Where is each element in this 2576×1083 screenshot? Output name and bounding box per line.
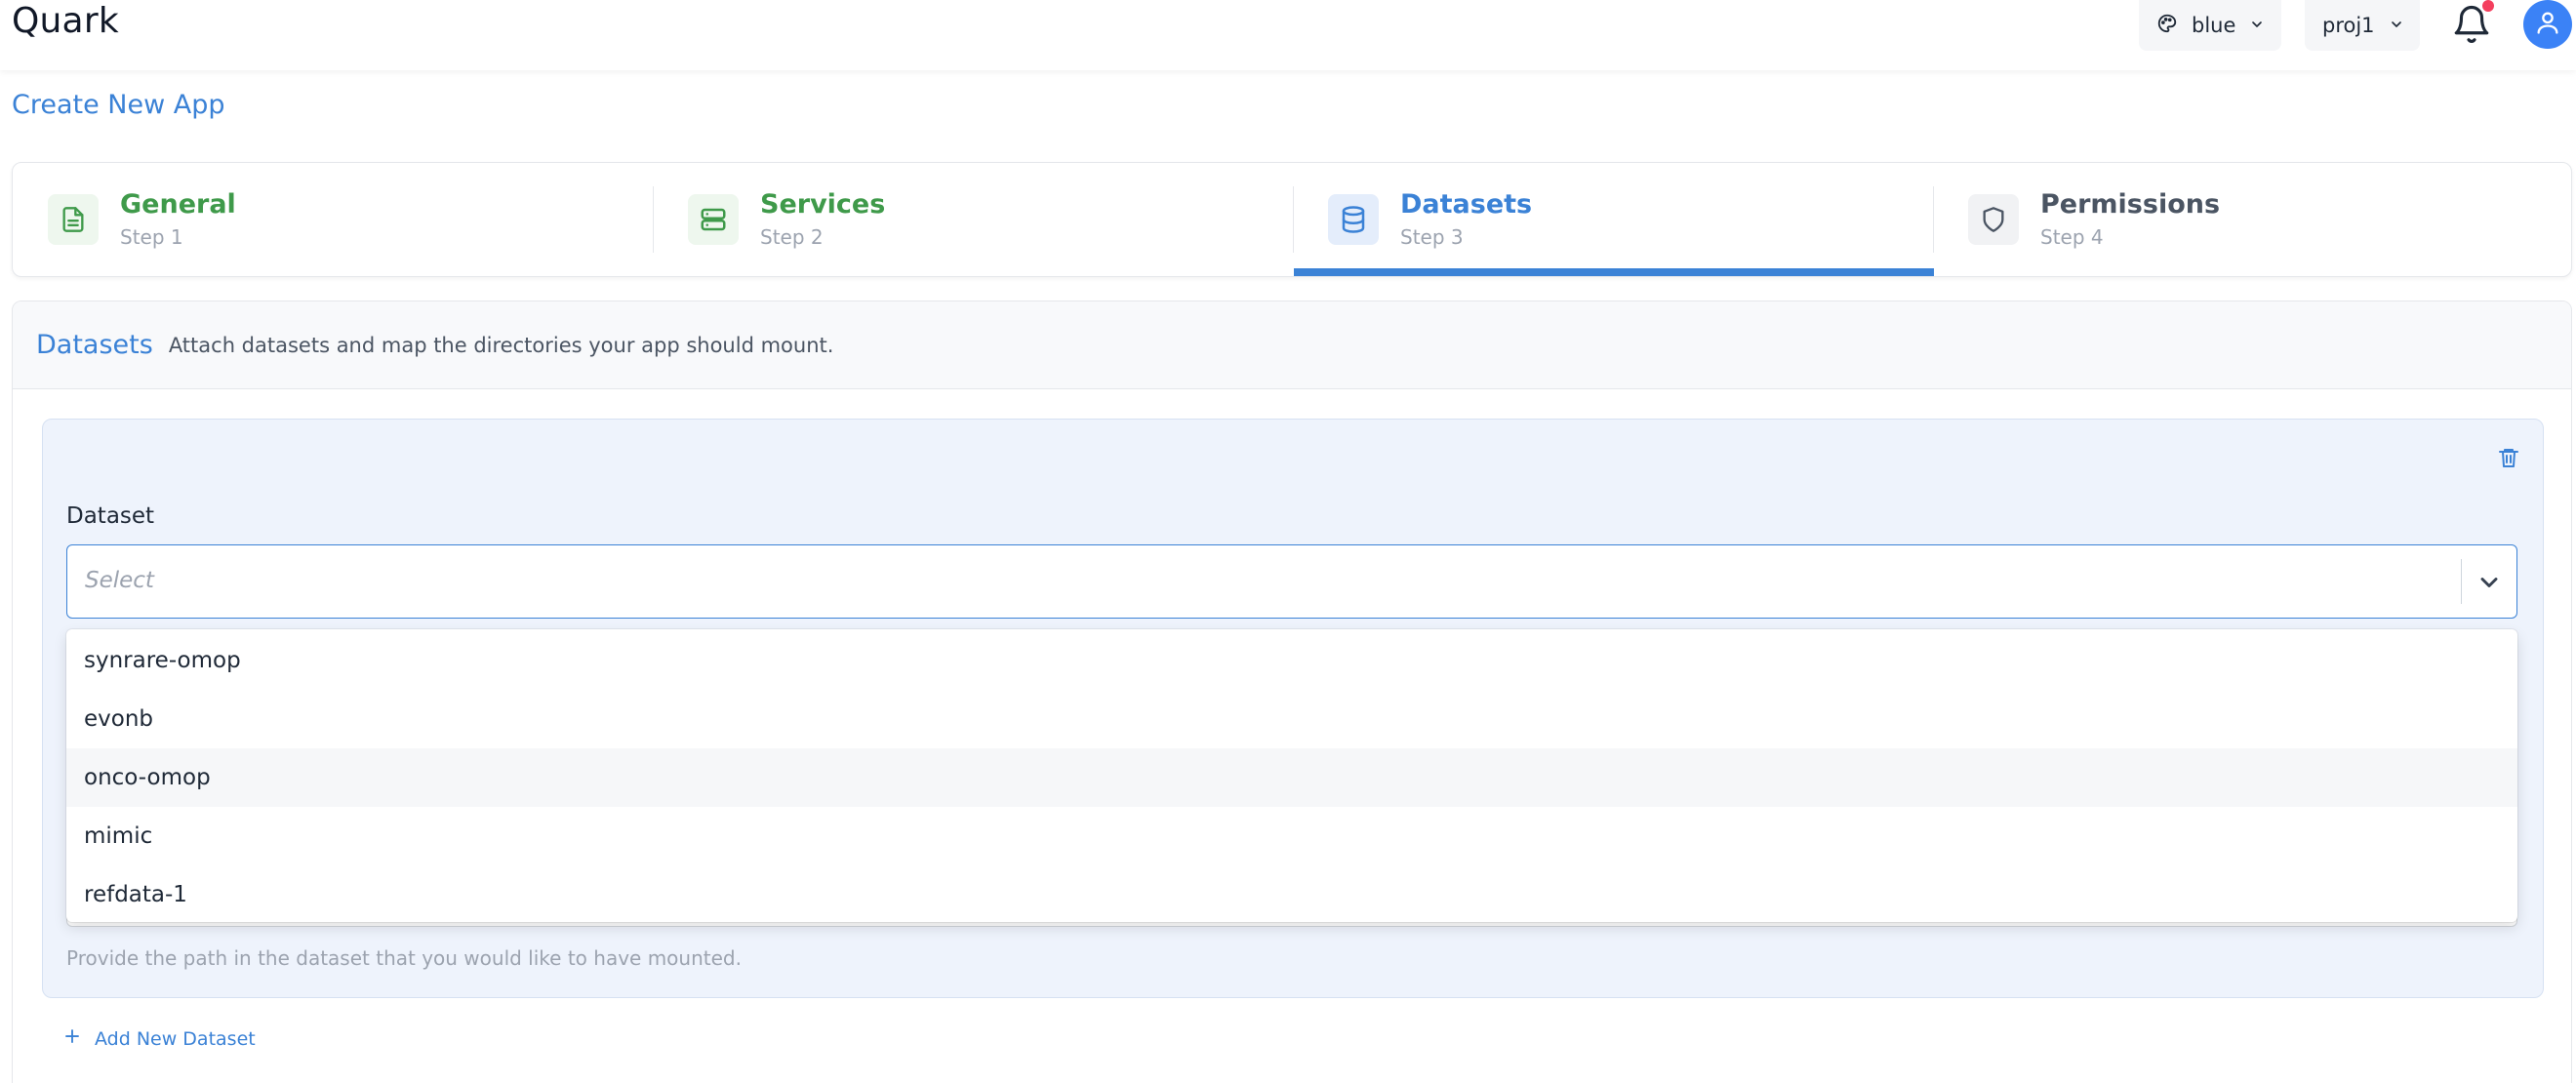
server-icon (688, 194, 739, 245)
shield-icon (1968, 194, 2019, 245)
dataset-option[interactable]: refdata-1 (66, 865, 2517, 924)
dataset-option[interactable]: synrare-omop (66, 631, 2517, 690)
plus-icon (63, 1027, 81, 1050)
step-subtitle: Step 1 (120, 225, 183, 249)
theme-select[interactable]: blue (2139, 0, 2281, 51)
page-title: Create New App (12, 90, 225, 120)
database-icon (1328, 194, 1379, 245)
bell-icon (2451, 6, 2492, 49)
user-avatar-button[interactable] (2523, 0, 2572, 49)
chevron-down-icon (2389, 14, 2404, 37)
step-datasets[interactable]: Datasets Step 3 (1293, 163, 1933, 276)
step-title: General (120, 189, 236, 220)
step-services[interactable]: Services Step 2 (653, 163, 1293, 276)
project-select[interactable]: proj1 (2305, 0, 2420, 51)
step-subtitle: Step 4 (2040, 225, 2104, 249)
step-permissions[interactable]: Permissions Step 4 (1933, 163, 2571, 276)
chevron-down-icon[interactable] (2475, 569, 2503, 596)
trash-icon (2497, 446, 2520, 473)
notification-badge (2482, 0, 2494, 12)
panel-description: Attach datasets and map the directories … (168, 333, 834, 357)
delete-dataset-button[interactable] (2494, 445, 2523, 474)
add-dataset-label: Add New Dataset (95, 1027, 256, 1050)
dataset-select-placeholder: Select (85, 568, 154, 593)
wizard-stepper: General Step 1 Services Step 2 Datasets (12, 162, 2572, 277)
step-title: Datasets (1400, 189, 1533, 220)
brand-logo[interactable]: Quark (12, 0, 119, 43)
dataset-options-menu: synrare-omop evonb onco-omop mimic refda… (66, 629, 2517, 922)
dataset-select[interactable]: Select (66, 544, 2517, 619)
top-bar: Quark blue proj1 (0, 0, 2576, 70)
project-select-value: proj1 (2322, 14, 2375, 37)
dataset-option[interactable]: onco-omop (66, 748, 2517, 807)
user-icon (2534, 9, 2561, 40)
palette-icon (2156, 13, 2178, 39)
file-text-icon (48, 194, 99, 245)
step-general[interactable]: General Step 1 (13, 163, 653, 276)
step-subtitle: Step 3 (1400, 225, 1464, 249)
panel-title: Datasets (36, 330, 153, 360)
active-step-indicator (1294, 268, 1934, 276)
dataset-option[interactable]: evonb (66, 690, 2517, 748)
chevron-down-icon (2249, 14, 2265, 37)
select-divider (2461, 559, 2462, 604)
dataset-field-label: Dataset (66, 503, 155, 529)
step-subtitle: Step 2 (760, 225, 824, 249)
panel-header: Datasets Attach datasets and map the dir… (13, 301, 2571, 389)
path-help-text: Provide the path in the dataset that you… (66, 946, 742, 970)
add-dataset-button[interactable]: Add New Dataset (63, 1027, 256, 1050)
theme-select-value: blue (2192, 14, 2236, 37)
dataset-option[interactable]: mimic (66, 807, 2517, 865)
step-title: Services (760, 189, 886, 220)
step-title: Permissions (2040, 189, 2221, 220)
